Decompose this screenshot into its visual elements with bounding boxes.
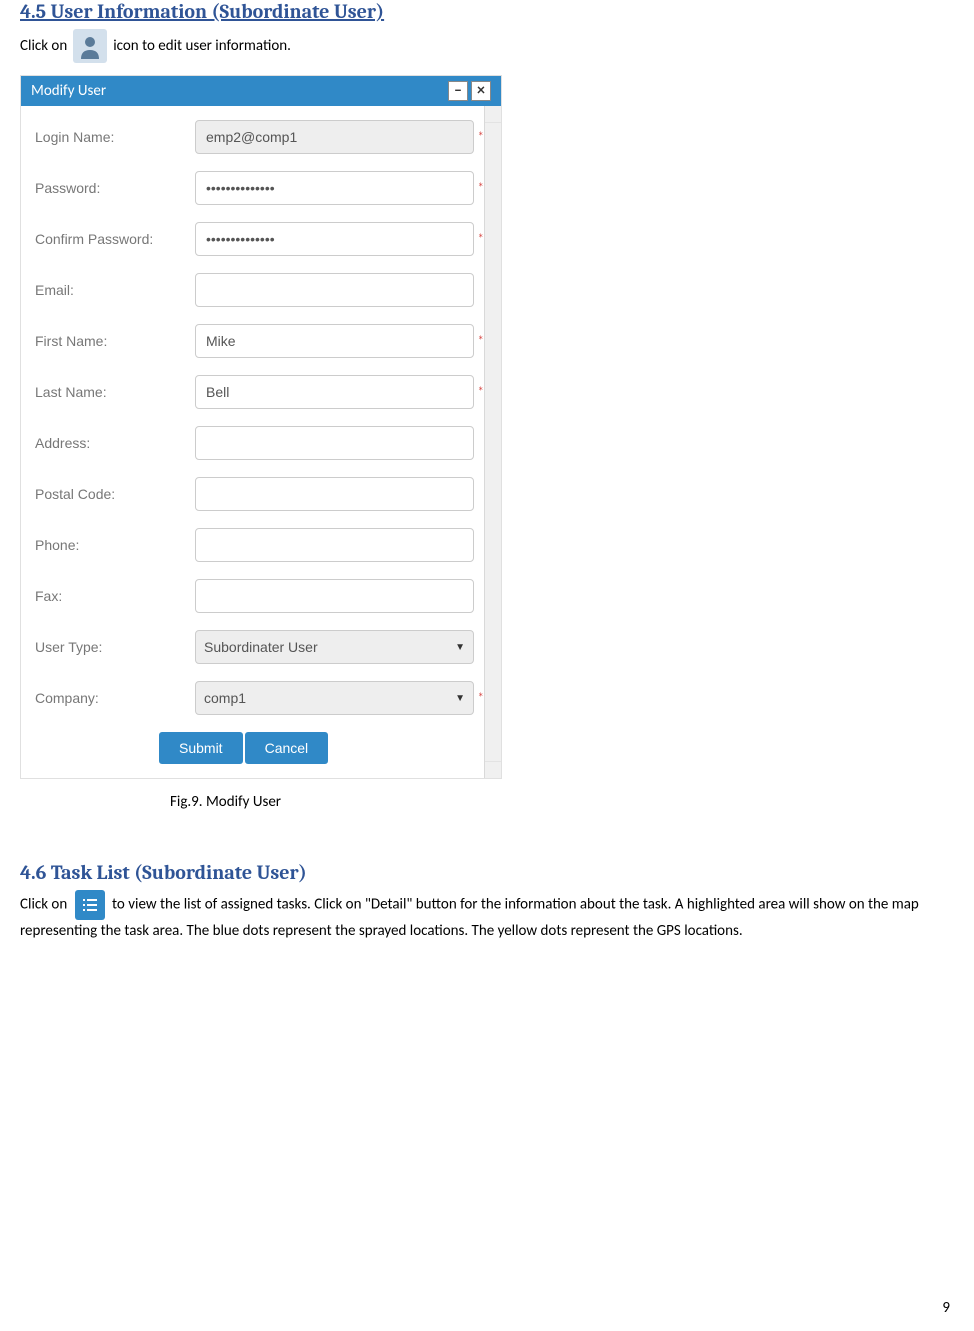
address-input[interactable] [195,426,474,460]
company-value: comp1 [204,690,246,706]
section-heading-45: 4.5 User Information (Subordinate User) [20,0,954,23]
company-label: Company: [35,690,195,706]
password-row: Password: * [35,171,474,205]
chevron-down-icon: ▼ [455,642,465,653]
email-label: Email: [35,282,195,298]
login-name-input[interactable] [195,120,474,154]
text-before-45: Click on [20,36,67,57]
phone-row: Phone: [35,528,474,562]
section-46-body: Click on to view the list of assigned ta… [20,890,954,943]
submit-button[interactable]: Submit [159,732,243,764]
user-type-row: User Type: Subordinater User ▼ [35,630,474,664]
minimize-button[interactable]: – [448,81,468,101]
figure-caption: Fig.9. Modify User [170,793,954,811]
user-type-value: Subordinater User [204,639,318,655]
first-name-input[interactable] [195,324,474,358]
fax-input[interactable] [195,579,474,613]
dialog-titlebar[interactable]: Modify User – × [21,76,501,106]
login-name-row: Login Name: * [35,120,474,154]
phone-input[interactable] [195,528,474,562]
text-after-46: to view the list of assigned tasks. Clic… [20,896,919,940]
fax-row: Fax: [35,579,474,613]
scrollbar[interactable] [484,106,501,778]
password-label: Password: [35,180,195,196]
postal-code-row: Postal Code: [35,477,474,511]
user-icon [73,29,107,63]
email-row: Email: [35,273,474,307]
address-row: Address: [35,426,474,460]
last-name-input[interactable] [195,375,474,409]
email-input[interactable] [195,273,474,307]
dialog-title: Modify User [31,82,445,100]
user-type-label: User Type: [35,639,195,655]
close-button[interactable]: × [471,81,491,101]
password-input[interactable] [195,171,474,205]
text-after-45: icon to edit user information. [113,36,291,57]
phone-label: Phone: [35,537,195,553]
address-label: Address: [35,435,195,451]
confirm-password-label: Confirm Password: [35,231,195,247]
confirm-password-input[interactable] [195,222,474,256]
postal-code-label: Postal Code: [35,486,195,502]
company-select[interactable]: comp1 ▼ [195,681,474,715]
first-name-label: First Name: [35,333,195,349]
list-icon [75,890,105,920]
page-number: 9 [942,1299,950,1317]
fax-label: Fax: [35,588,195,604]
text-before-46: Click on [20,896,67,914]
modify-user-dialog: Modify User – × Login Name: * Password: … [20,75,502,779]
last-name-row: Last Name: * [35,375,474,409]
chevron-down-icon: ▼ [455,693,465,704]
last-name-label: Last Name: [35,384,195,400]
first-name-row: First Name: * [35,324,474,358]
section-45-intro: Click on icon to edit user information. [20,29,954,63]
postal-code-input[interactable] [195,477,474,511]
login-name-label: Login Name: [35,129,195,145]
user-type-select[interactable]: Subordinater User ▼ [195,630,474,664]
cancel-button[interactable]: Cancel [245,732,329,764]
confirm-password-row: Confirm Password: * [35,222,474,256]
company-row: Company: comp1 ▼ * [35,681,474,715]
section-heading-46: 4.6 Task List (Subordinate User) [20,861,954,884]
